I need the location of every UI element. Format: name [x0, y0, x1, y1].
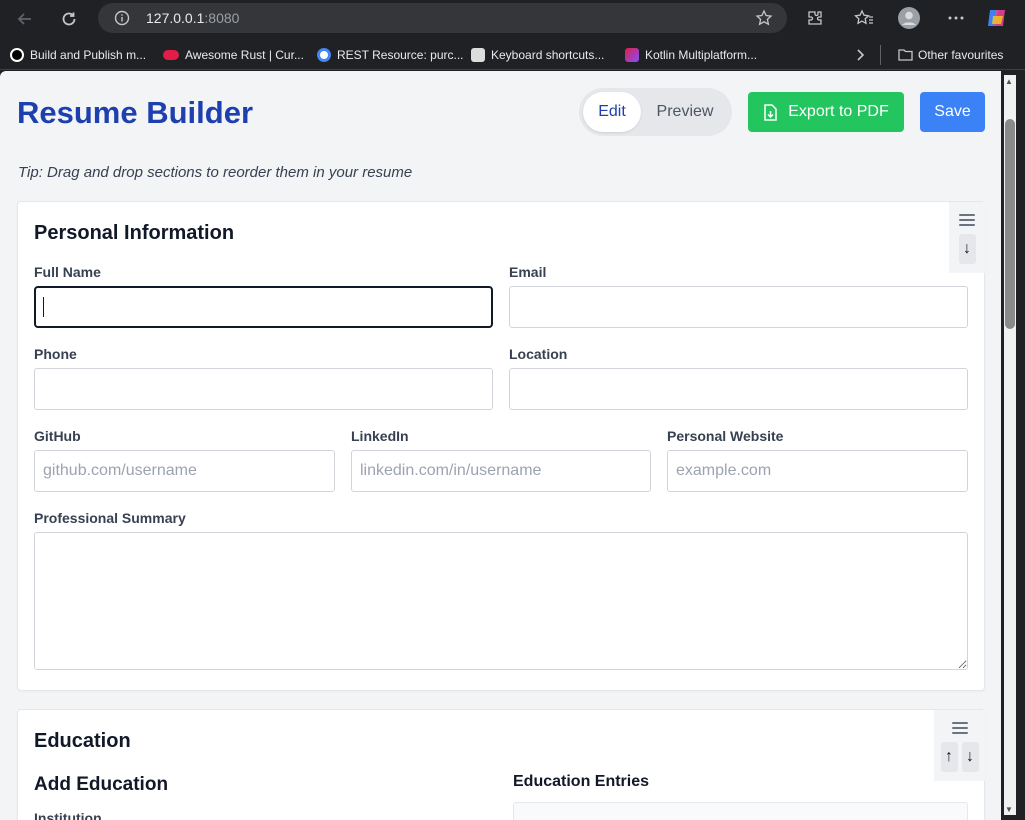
section-title: Education: [34, 730, 131, 752]
copilot-icon[interactable]: [985, 6, 1009, 30]
text-caret: [43, 297, 44, 317]
bookmarks-bar: Build and Publish m... Awesome Rust | Cu…: [0, 38, 1025, 70]
bookmark-label: Awesome Rust | Cur...: [185, 48, 304, 62]
linkedin-label: LinkedIn: [351, 428, 409, 444]
site-info-icon[interactable]: [114, 10, 130, 31]
github-icon: [10, 48, 24, 62]
more-bookmarks-chevron-icon[interactable]: [855, 46, 867, 64]
github-input[interactable]: [34, 450, 335, 492]
bookmark-item[interactable]: Keyboard shortcuts...: [471, 46, 604, 64]
location-input[interactable]: [509, 368, 968, 410]
bookmark-label: Kotlin Multiplatform...: [645, 48, 758, 62]
scroll-up-arrow-icon[interactable]: ▲: [1005, 77, 1013, 86]
page-viewport: Resume Builder Edit Preview Export to PD…: [0, 71, 1001, 820]
move-buttons: ↑ ↓: [940, 742, 979, 772]
section-drag-handle[interactable]: ↑ ↓: [934, 710, 985, 781]
email-input[interactable]: [509, 286, 968, 328]
full-name-input[interactable]: [34, 286, 493, 328]
bookmarks-divider: [880, 45, 881, 65]
add-education-title: Add Education: [34, 774, 169, 795]
edit-mode-button[interactable]: Edit: [583, 92, 641, 132]
move-up-button[interactable]: ↑: [940, 742, 958, 772]
full-name-label: Full Name: [34, 264, 101, 280]
drag-handle-icon[interactable]: [959, 214, 975, 226]
page-scrollbar[interactable]: ▲ ▼: [1001, 71, 1025, 820]
phone-input[interactable]: [34, 368, 493, 410]
section-title: Personal Information: [34, 222, 235, 244]
bookmark-item[interactable]: REST Resource: purc...: [317, 46, 464, 64]
bookmark-item[interactable]: Awesome Rust | Cur...: [163, 46, 304, 64]
education-section[interactable]: Education ↑ ↓ Add Education Education En…: [17, 709, 985, 820]
preview-mode-button[interactable]: Preview: [649, 92, 721, 132]
summary-textarea[interactable]: [34, 532, 968, 670]
scroll-down-arrow-icon[interactable]: ▼: [1005, 805, 1013, 814]
website-label: Personal Website: [667, 428, 784, 444]
page-title: Resume Builder: [17, 95, 254, 130]
extensions-icon[interactable]: [803, 6, 827, 30]
email-label: Email: [509, 264, 547, 280]
file-download-icon: [763, 103, 778, 121]
other-favourites[interactable]: Other favourites: [898, 46, 1003, 64]
mode-toggle: Edit Preview: [579, 88, 732, 136]
summary-label: Professional Summary: [34, 510, 186, 526]
export-pdf-label: Export to PDF: [788, 103, 889, 120]
education-entries-list: [513, 802, 968, 820]
bookmark-label: Keyboard shortcuts...: [491, 48, 605, 62]
bookmark-label: REST Resource: purc...: [337, 48, 464, 62]
reload-icon[interactable]: [54, 4, 84, 34]
kotlin-icon: [625, 48, 639, 62]
favourites-icon[interactable]: [852, 6, 876, 30]
scrollbar-thumb[interactable]: [1005, 119, 1015, 329]
move-down-button[interactable]: ↓: [961, 742, 979, 772]
move-down-button[interactable]: ↓: [958, 234, 976, 264]
phone-label: Phone: [34, 346, 77, 362]
github-label: GitHub: [34, 428, 81, 444]
bookmark-item[interactable]: Build and Publish m...: [10, 46, 146, 64]
bookmark-star-icon[interactable]: [755, 9, 773, 32]
browser-toolbar: 127.0.0.1:8080: [0, 0, 1025, 38]
education-entries-title: Education Entries: [513, 773, 650, 790]
linkedin-input[interactable]: [351, 450, 651, 492]
section-drag-handle[interactable]: ↓: [949, 202, 985, 273]
glasses-icon: [163, 50, 179, 60]
folder-icon: [898, 48, 913, 62]
save-button[interactable]: Save: [920, 92, 985, 132]
tip-text: Tip: Drag and drop sections to reorder t…: [18, 164, 413, 181]
bookmark-label: Build and Publish m...: [30, 48, 147, 62]
profile-avatar-icon[interactable]: [897, 6, 921, 30]
bookmark-item[interactable]: Kotlin Multiplatform...: [625, 46, 757, 64]
google-icon: [317, 48, 331, 62]
drag-handle-icon[interactable]: [951, 722, 968, 734]
menu-dots-icon[interactable]: [944, 6, 968, 30]
address-bar[interactable]: 127.0.0.1:8080: [98, 3, 787, 33]
keyboard-icon: [471, 48, 485, 62]
location-label: Location: [509, 346, 568, 362]
personal-info-section[interactable]: Personal Information ↓ Full Name Email P…: [17, 201, 985, 691]
institution-label: Institution: [34, 810, 102, 820]
other-favourites-label: Other favourites: [918, 48, 1004, 62]
url-text: 127.0.0.1:8080: [146, 10, 240, 26]
back-icon[interactable]: [10, 4, 40, 34]
export-pdf-button[interactable]: Export to PDF: [748, 92, 904, 132]
website-input[interactable]: [667, 450, 968, 492]
